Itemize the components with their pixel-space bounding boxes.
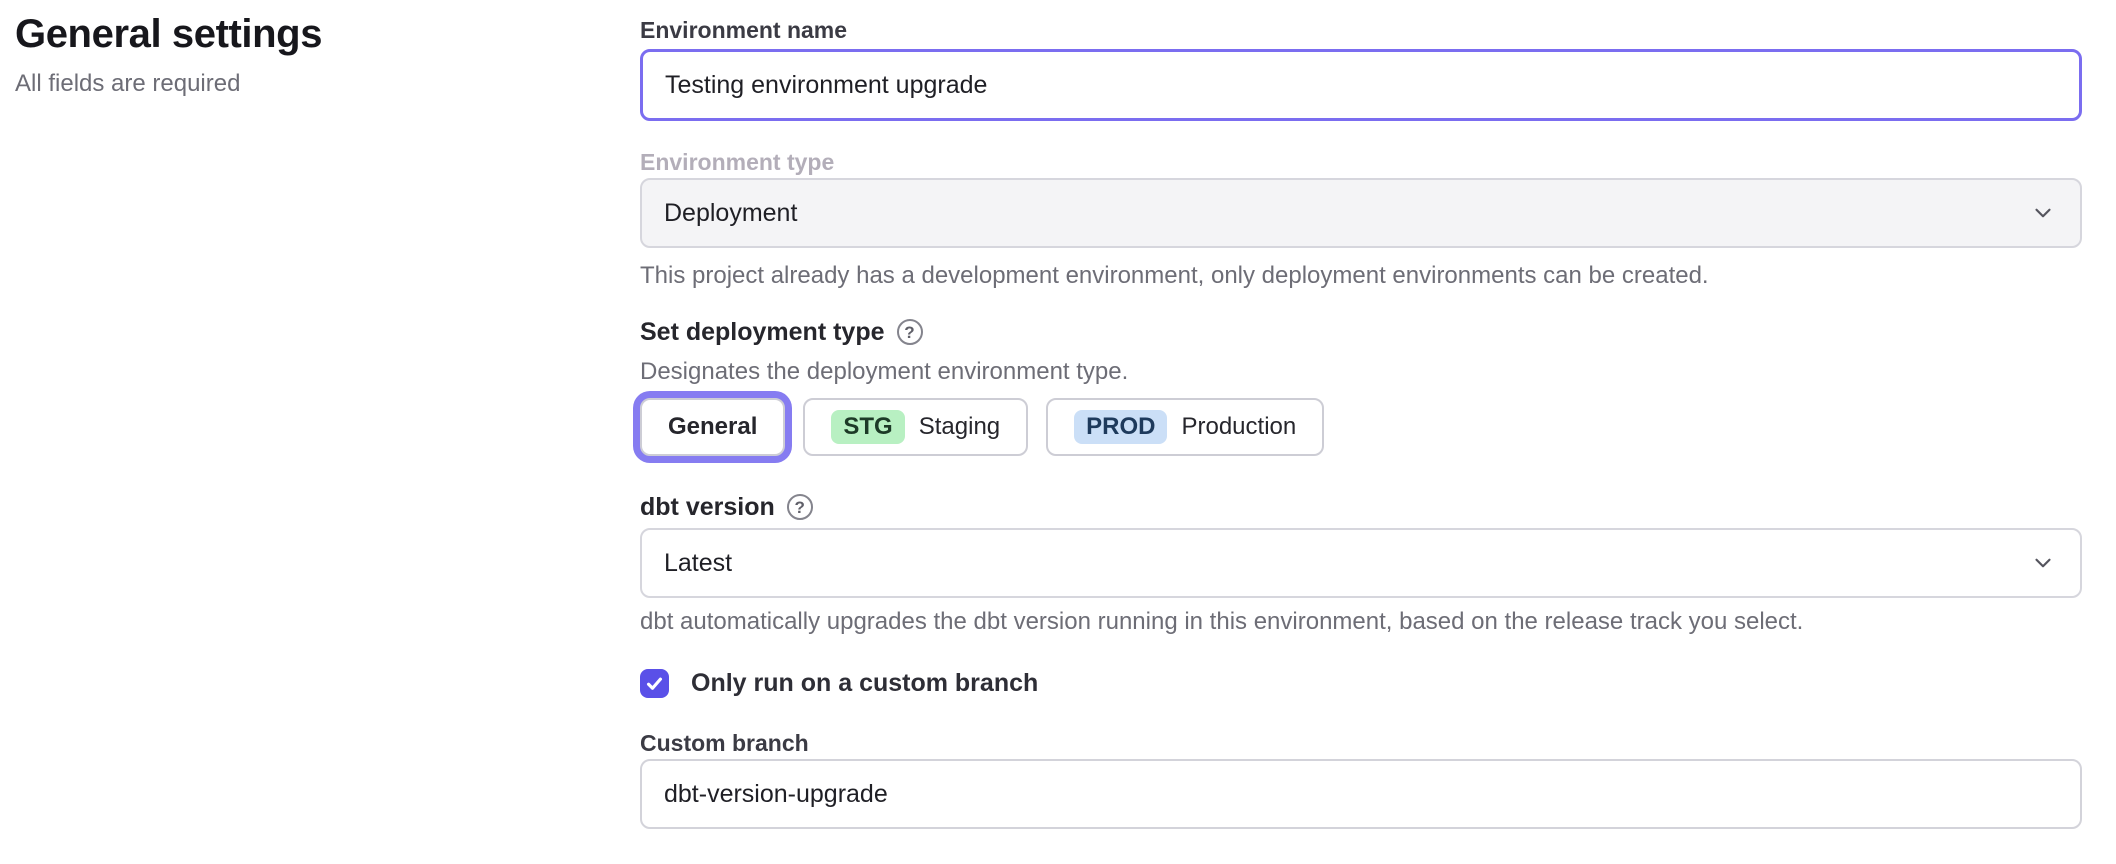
deployment-type-option-staging-label: Staging (919, 413, 1000, 441)
help-icon[interactable]: ? (897, 319, 923, 345)
deployment-type-helper: Designates the deployment environment ty… (640, 358, 2082, 386)
chevron-down-icon (2030, 550, 2056, 576)
help-icon[interactable]: ? (787, 494, 813, 520)
custom-branch-checkbox-label[interactable]: Only run on a custom branch (691, 669, 1038, 698)
custom-branch-input[interactable] (640, 759, 2082, 829)
deployment-type-options: General STG Staging PROD Production (640, 398, 2082, 456)
page-subtitle: All fields are required (15, 70, 575, 98)
environment-settings-form: Environment name Environment type Deploy… (640, 0, 2082, 829)
page-title: General settings (15, 10, 575, 58)
deployment-type-option-production-label: Production (1181, 413, 1296, 441)
deployment-type-option-staging[interactable]: STG Staging (803, 398, 1028, 456)
staging-badge: STG (831, 410, 904, 444)
deployment-type-label: Set deployment type (640, 318, 885, 346)
dbt-version-select[interactable]: Latest (640, 528, 2082, 598)
custom-branch-checkbox-row: Only run on a custom branch (640, 669, 2082, 698)
chevron-down-icon (2030, 200, 2056, 226)
dbt-version-helper: dbt automatically upgrades the dbt versi… (640, 608, 2082, 636)
check-icon (645, 674, 664, 693)
dbt-version-label: dbt version (640, 493, 775, 521)
custom-branch-label: Custom branch (640, 729, 2082, 757)
environment-name-label: Environment name (640, 16, 2082, 44)
environment-type-value: Deployment (664, 199, 797, 228)
dbt-version-value: Latest (664, 549, 732, 578)
deployment-type-option-production[interactable]: PROD Production (1046, 398, 1324, 456)
environment-name-input[interactable] (640, 49, 2082, 121)
environment-type-select: Deployment (640, 178, 2082, 248)
deployment-type-option-general[interactable]: General (640, 398, 785, 456)
settings-header: General settings All fields are required (15, 10, 575, 98)
custom-branch-checkbox[interactable] (640, 669, 669, 698)
production-badge: PROD (1074, 410, 1167, 444)
deployment-type-option-general-label: General (668, 413, 757, 441)
environment-type-helper: This project already has a development e… (640, 262, 2082, 290)
environment-type-label: Environment type (640, 148, 2082, 176)
